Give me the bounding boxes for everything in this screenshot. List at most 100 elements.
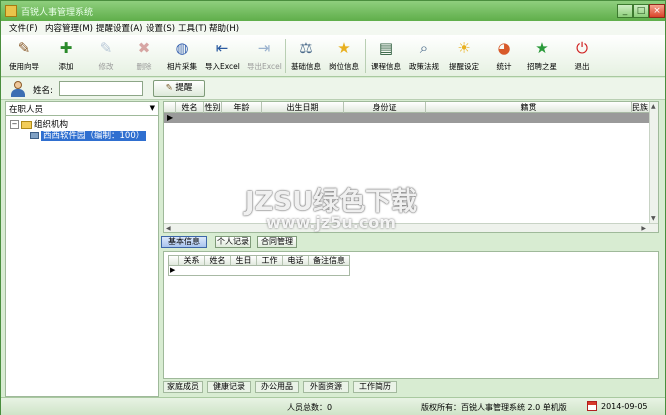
toolbar-separator: [365, 39, 366, 73]
pie-chart-icon: ◕: [497, 39, 511, 57]
tree-node-unit[interactable]: 西西软件园（编制：100）: [30, 129, 147, 141]
column-header[interactable]: 出生日期: [262, 102, 344, 113]
vertical-scrollbar[interactable]: ▲ ▼: [649, 102, 658, 232]
column-header[interactable]: 姓名: [205, 256, 231, 265]
org-tree-panel: 在职人员 ▼ − 组织机构 西西软件园（编制：100）: [5, 101, 159, 397]
column-header[interactable]: 籍贯: [426, 102, 632, 113]
info-tabs: 基本信息 个人记录 合同管理: [161, 236, 657, 249]
unit-icon: [30, 132, 39, 139]
watermark-url: www.jz5u.com: [266, 213, 396, 232]
policy-button[interactable]: ⌕ 政策法规: [407, 37, 441, 75]
edit-button[interactable]: ✎ 修改: [89, 37, 123, 75]
column-header[interactable]: 备注信息: [309, 256, 349, 265]
import-icon: ⇤: [215, 39, 229, 57]
photo-icon: ◍: [175, 39, 189, 57]
star-icon: ★: [337, 39, 351, 57]
remind-button-label: 提醒: [175, 83, 193, 93]
tab-health[interactable]: 健康记录: [207, 381, 251, 393]
menu-settings[interactable]: 设置(S): [146, 22, 175, 34]
menu-help[interactable]: 帮助(H): [209, 22, 239, 34]
row-pointer-icon: ▶: [167, 113, 174, 122]
maximize-button[interactable]: □: [633, 4, 649, 18]
column-header[interactable]: 电话: [283, 256, 309, 265]
search-bar: 姓名: ✎ 提醒: [1, 78, 665, 100]
calendar-icon: [587, 401, 597, 411]
row-header-corner: [169, 256, 179, 265]
edit-icon: ✎: [99, 39, 113, 57]
tab-family[interactable]: 家庭成员: [163, 381, 203, 393]
copyright-text: 版权所有：百锐人事管理系统 2.0 单机版: [421, 403, 567, 412]
column-header[interactable]: 生日: [231, 256, 257, 265]
menu-bar: 文件(F) 内容管理(M) 提醒设置(A) 设置(S) 工具(T) 帮助(H): [1, 21, 665, 35]
wizard-button[interactable]: ✎ 使用向导: [7, 37, 41, 75]
staff-status-value: 在职人员: [9, 105, 44, 115]
staff-count: 人员总数：0: [287, 403, 333, 412]
menu-reminder[interactable]: 提醒设置(A): [96, 22, 142, 34]
tab-personal-records[interactable]: 个人记录: [215, 236, 251, 248]
position-info-button[interactable]: ★ 岗位信息: [327, 37, 361, 75]
column-header[interactable]: 关系: [179, 256, 205, 265]
app-window: 百锐人事管理系统 _ □ × 文件(F) 内容管理(M) 提醒设置(A) 设置(…: [0, 0, 666, 415]
tab-office-supplies[interactable]: 办公用品: [255, 381, 299, 393]
minimize-button[interactable]: _: [617, 4, 633, 18]
name-search-input[interactable]: [59, 81, 143, 96]
chevron-down-icon: ▼: [149, 104, 155, 112]
basic-info-button[interactable]: ⚖ 基础信息: [289, 37, 323, 75]
column-header[interactable]: 工作: [257, 256, 283, 265]
collapse-icon[interactable]: −: [10, 120, 19, 129]
scale-icon: ⚖: [299, 39, 313, 57]
detail-tabs: 家庭成员 健康记录 办公用品 外面资源 工作简历: [161, 381, 657, 394]
tab-basic-info[interactable]: 基本信息: [161, 236, 207, 248]
window-title: 百锐人事管理系统: [21, 8, 94, 18]
toolbar-separator: [285, 39, 286, 73]
add-person-icon: ✚: [59, 39, 73, 57]
menu-file[interactable]: 文件(F): [9, 22, 38, 34]
staff-status-select[interactable]: 在职人员 ▼: [6, 102, 158, 116]
photo-capture-button[interactable]: ◍ 相片采集: [165, 37, 199, 75]
export-icon: ⇥: [257, 39, 271, 57]
tab-resources[interactable]: 外面资源: [303, 381, 349, 393]
remind-button[interactable]: ✎ 提醒: [153, 80, 205, 97]
menu-content[interactable]: 内容管理(M): [45, 22, 93, 34]
tree-unit-label: 西西软件园（编制：100）: [41, 131, 147, 141]
statistics-button[interactable]: ◕ 统计: [487, 37, 521, 75]
column-header[interactable]: 性别: [204, 102, 222, 113]
delete-icon: ✖: [137, 39, 151, 57]
toolbar: ✎ 使用向导 ✚ 添加 ✎ 修改 ✖ 删除 ◍ 相片采集 ⇤ 导入Excel ⇥…: [1, 35, 665, 77]
tab-contracts[interactable]: 合同管理: [257, 236, 297, 248]
title-bar: 百锐人事管理系统 _ □ ×: [1, 1, 665, 21]
export-excel-button[interactable]: ⇥ 导出Excel: [247, 37, 282, 75]
scroll-down-icon[interactable]: ▼: [651, 215, 656, 222]
grid-header: 姓名 性别 年龄 出生日期 身份证 籍贯 民族: [164, 102, 658, 113]
wand-icon: ✎: [17, 39, 31, 57]
table-row[interactable]: [164, 113, 658, 123]
row-header-corner: [164, 102, 176, 113]
current-date: 2014-09-05: [601, 402, 648, 411]
board-icon: ▤: [378, 39, 394, 57]
scroll-up-icon[interactable]: ▲: [651, 103, 656, 110]
scroll-right-icon[interactable]: ▶: [641, 225, 646, 232]
recruit-star-button[interactable]: ★ 招聘之星: [525, 37, 559, 75]
row-pointer-icon: ▶: [170, 266, 176, 274]
pencil-icon: ✎: [165, 83, 173, 93]
column-header[interactable]: 姓名: [176, 102, 204, 113]
family-grid-header: 关系 姓名 生日 工作 电话 备注信息: [168, 255, 350, 266]
reminder-setting-button[interactable]: ☀ 提醒设定: [447, 37, 481, 75]
magnifier-icon: ⌕: [419, 39, 429, 57]
family-grid: 关系 姓名 生日 工作 电话 备注信息 ▶: [163, 251, 659, 379]
column-header[interactable]: 年龄: [222, 102, 262, 113]
folder-icon: [21, 120, 32, 129]
add-button[interactable]: ✚ 添加: [49, 37, 83, 75]
import-excel-button[interactable]: ⇤ 导入Excel: [205, 37, 240, 75]
delete-button[interactable]: ✖ 删除: [127, 37, 161, 75]
close-button[interactable]: ×: [649, 4, 665, 18]
column-header[interactable]: 身份证: [344, 102, 426, 113]
power-icon: ⏻: [576, 39, 588, 57]
exit-button[interactable]: ⏻ 退出: [565, 37, 599, 75]
status-bar: 人员总数：0 版权所有：百锐人事管理系统 2.0 单机版 2014-09-05: [1, 397, 665, 415]
course-info-button[interactable]: ▤ 课程信息: [369, 37, 403, 75]
menu-tools[interactable]: 工具(T): [178, 22, 207, 34]
scroll-left-icon[interactable]: ◀: [166, 225, 171, 232]
tab-work-history[interactable]: 工作简历: [353, 381, 397, 393]
table-row[interactable]: ▶: [168, 266, 350, 276]
